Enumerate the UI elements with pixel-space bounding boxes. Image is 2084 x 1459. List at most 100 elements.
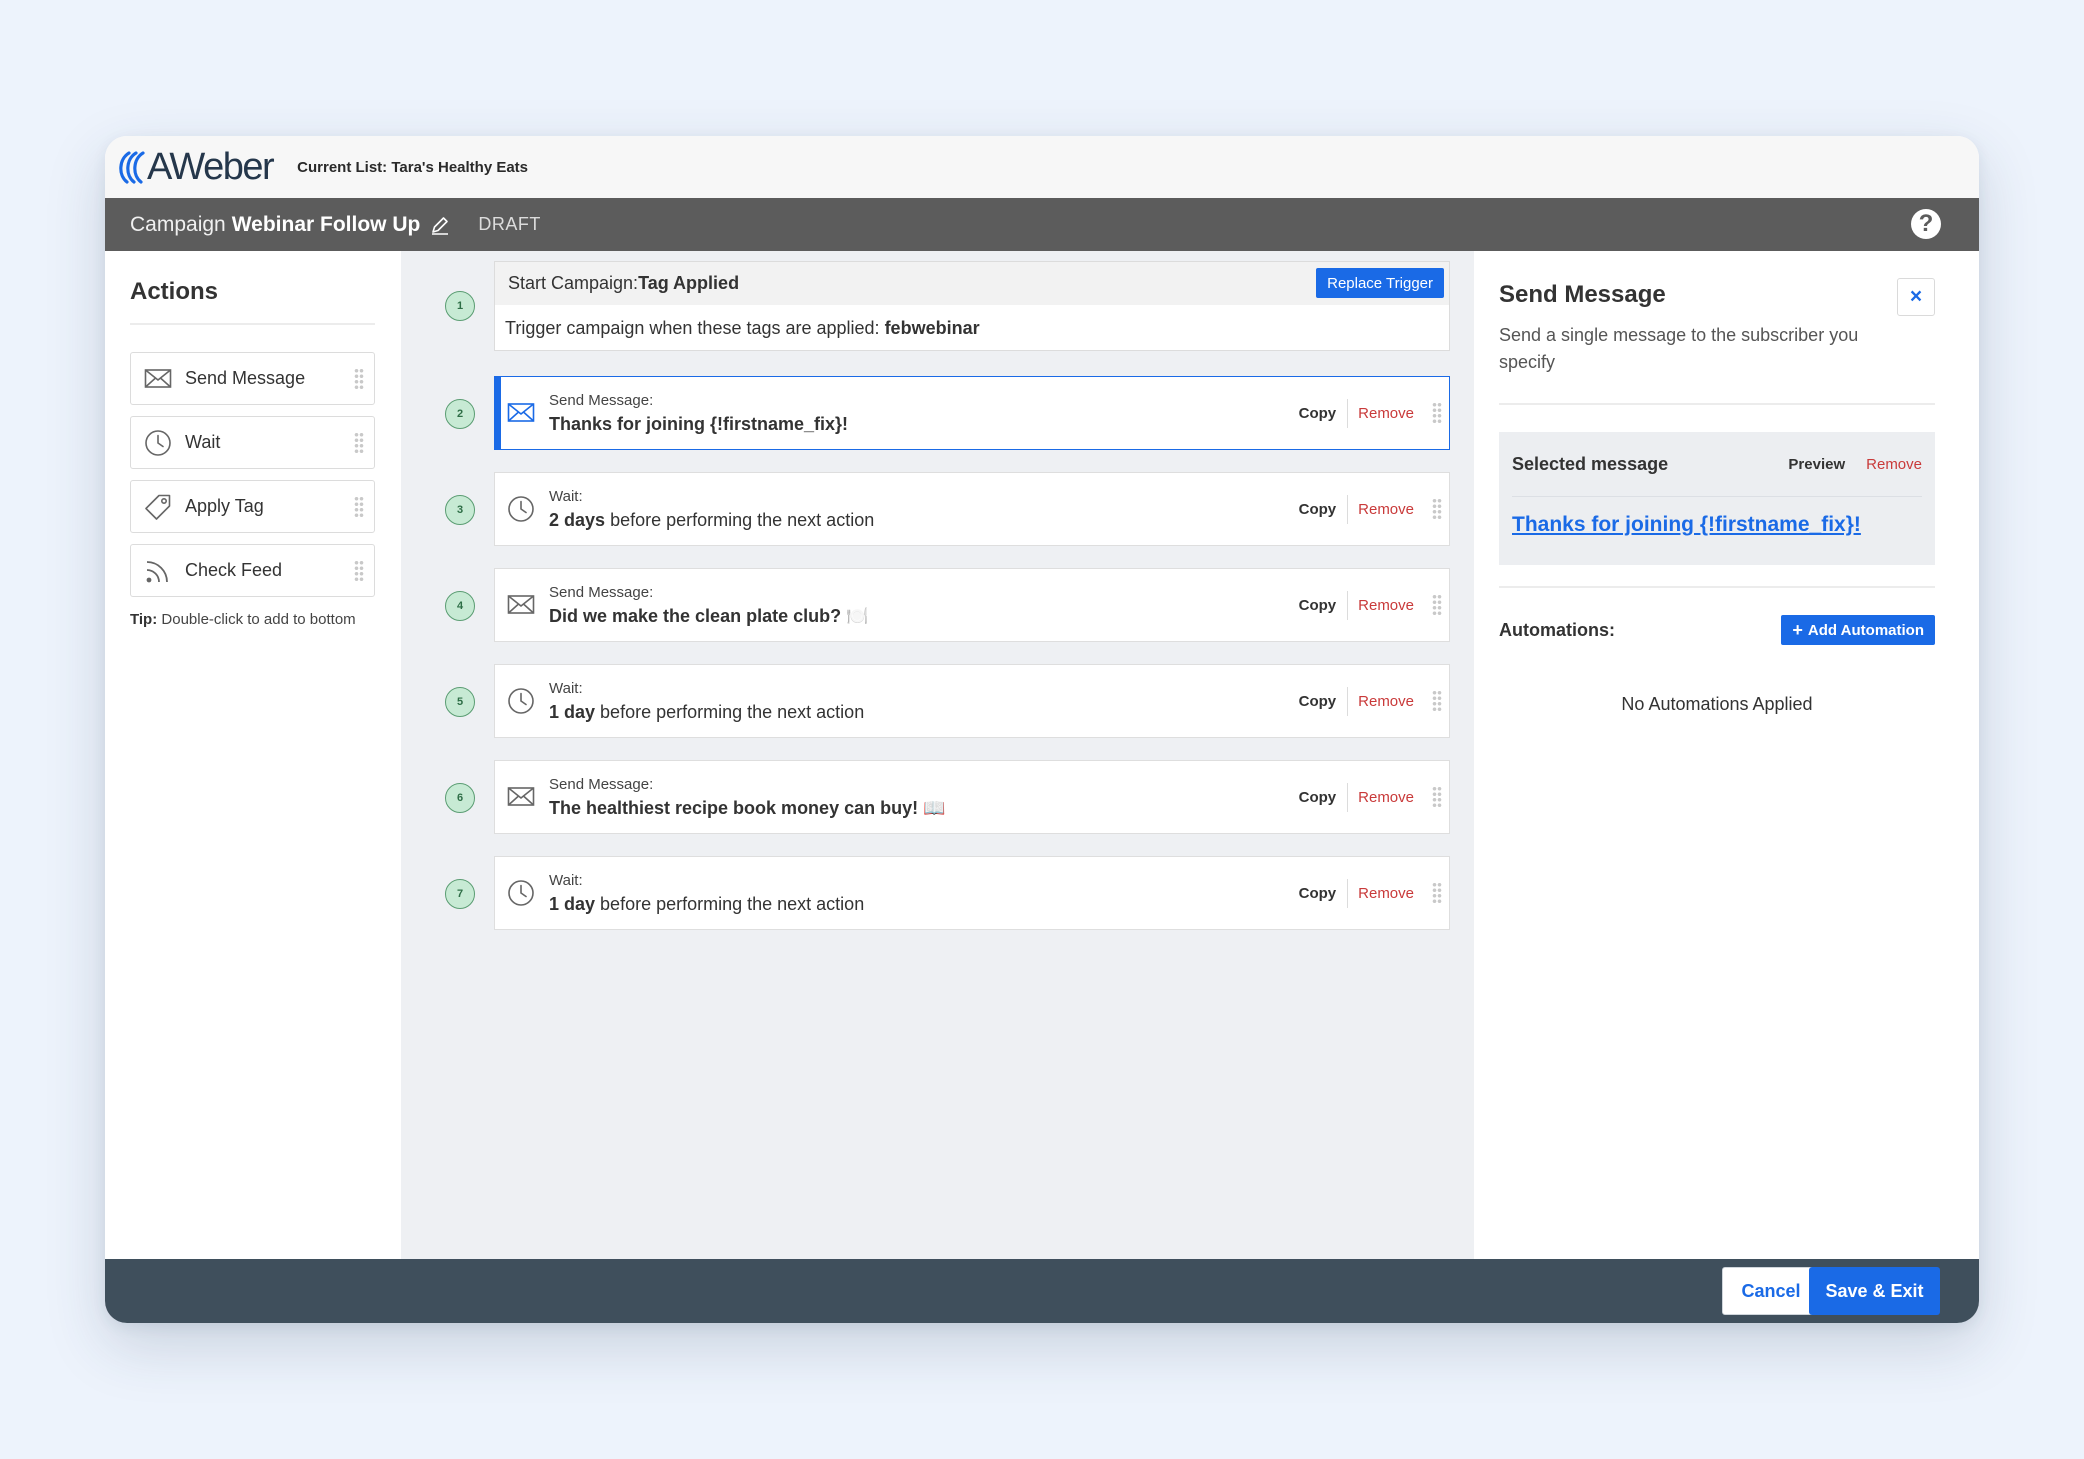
- cancel-button[interactable]: Cancel: [1722, 1267, 1820, 1315]
- wait-suffix: before performing the next action: [610, 509, 875, 530]
- pencil-icon: [432, 216, 449, 235]
- drag-handle-icon[interactable]: [1432, 882, 1442, 904]
- tip-body: Double-click to add to bottom: [161, 611, 356, 628]
- drag-handle-icon[interactable]: [1432, 594, 1442, 616]
- action-item-wait[interactable]: Wait: [130, 416, 375, 469]
- save-and-exit-button[interactable]: Save & Exit: [1809, 1267, 1940, 1315]
- copy-button[interactable]: Copy: [1299, 590, 1349, 620]
- envelope-icon: [506, 398, 536, 428]
- no-automations-text: No Automations Applied: [1621, 694, 1813, 714]
- copy-button[interactable]: Copy: [1299, 398, 1349, 428]
- automations-label: Automations:: [1499, 619, 1615, 640]
- step-text: Wait: 1 day before performing the next a…: [549, 872, 864, 915]
- step-description: The healthiest recipe book money can buy…: [549, 798, 946, 819]
- step-card-wait[interactable]: Wait: 1 day before performing the next a…: [494, 664, 1450, 738]
- campaign-prefix: Campaign: [130, 212, 226, 236]
- drag-handle-icon[interactable]: [1432, 786, 1442, 808]
- step-type: Send Message:: [549, 775, 654, 793]
- step-card-send-message[interactable]: Send Message: Did we make the clean plat…: [494, 568, 1450, 642]
- action-item-send-message[interactable]: Send Message: [130, 352, 375, 405]
- preview-button[interactable]: Preview: [1788, 456, 1845, 473]
- tip-label: Tip:: [130, 611, 158, 628]
- add-automation-button[interactable]: + Add Automation: [1781, 615, 1935, 645]
- step-number-badge: 6: [445, 783, 475, 813]
- step-actions: Copy Remove: [1299, 377, 1414, 449]
- copy-button[interactable]: Copy: [1299, 686, 1349, 716]
- wait-suffix: before performing the next action: [600, 893, 865, 914]
- step-type: Send Message:: [549, 583, 654, 601]
- drag-handle-icon[interactable]: [1432, 690, 1442, 712]
- step-description: 2 days before performing the next action: [549, 510, 874, 531]
- step-description: 1 day before performing the next action: [549, 702, 864, 723]
- trigger-tag: febwebinar: [884, 317, 980, 338]
- remove-message-button[interactable]: Remove: [1866, 456, 1922, 473]
- step-number-badge: 1: [445, 291, 475, 321]
- envelope-icon: [506, 590, 536, 620]
- aweber-logo[interactable]: AWeber: [115, 145, 275, 188]
- action-item-label: Wait: [185, 432, 221, 452]
- drag-handle-icon[interactable]: [354, 431, 364, 454]
- wait-duration: 1 day: [549, 701, 596, 722]
- step-number-badge: 3: [445, 495, 475, 525]
- step-actions: Copy Remove: [1299, 857, 1414, 929]
- step-type: Wait:: [549, 487, 583, 505]
- envelope-icon: [506, 782, 536, 812]
- app-window: AWeber Current List: Tara's Healthy Eats…: [105, 136, 1979, 1323]
- step-card-send-message[interactable]: Send Message: Thanks for joining {!first…: [494, 376, 1450, 450]
- envelope-icon: [143, 364, 173, 394]
- clock-icon: [506, 878, 536, 908]
- copy-button[interactable]: Copy: [1299, 878, 1349, 908]
- tip-text: Tip: Double-click to add to bottom: [130, 611, 375, 628]
- step-actions: Copy Remove: [1299, 569, 1414, 641]
- drag-handle-icon[interactable]: [354, 559, 364, 582]
- action-item-label: Send Message: [185, 368, 306, 388]
- sidebar-title: Actions: [130, 278, 375, 325]
- selected-message-link[interactable]: Thanks for joining {!firstname_fix}!: [1512, 513, 1922, 537]
- wait-duration: 2 days: [549, 509, 606, 530]
- step-subject: Did we make the clean plate club? 🍽️: [549, 605, 869, 626]
- remove-button[interactable]: Remove: [1348, 885, 1414, 902]
- remove-button[interactable]: Remove: [1348, 789, 1414, 806]
- actions-sidebar: Actions Send Message Wait Apply Tag Chec…: [105, 251, 401, 1259]
- copy-button[interactable]: Copy: [1299, 494, 1349, 524]
- trigger-card[interactable]: Start Campaign: Tag Applied Replace Trigg…: [494, 261, 1450, 351]
- remove-button[interactable]: Remove: [1348, 693, 1414, 710]
- drag-handle-icon[interactable]: [354, 367, 364, 390]
- step-actions: Copy Remove: [1299, 473, 1414, 545]
- remove-button[interactable]: Remove: [1348, 501, 1414, 518]
- step-subject: Thanks for joining {!firstname_fix}!: [549, 413, 849, 434]
- campaign-name[interactable]: Webinar Follow Up: [232, 213, 421, 237]
- step-type: Wait:: [549, 871, 583, 889]
- action-item-label: Apply Tag: [185, 496, 264, 516]
- step-card-wait[interactable]: Wait: 1 day before performing the next a…: [494, 856, 1450, 930]
- add-automation-label: Add Automation: [1807, 621, 1924, 639]
- step-text: Wait: 2 days before performing the next …: [549, 488, 874, 531]
- current-list-label: Current List: Tara's Healthy Eats: [297, 158, 529, 176]
- copy-button[interactable]: Copy: [1299, 782, 1349, 812]
- logo-text: AWeber: [147, 145, 275, 188]
- status-badge: DRAFT: [478, 214, 541, 234]
- remove-button[interactable]: Remove: [1348, 405, 1414, 422]
- edit-name-button[interactable]: [430, 215, 450, 235]
- drag-handle-icon[interactable]: [1432, 498, 1442, 520]
- selected-message-header: Selected message Preview Remove: [1512, 432, 1922, 497]
- action-item-check-feed[interactable]: Check Feed: [130, 544, 375, 597]
- step-card-send-message[interactable]: Send Message: The healthiest recipe book…: [494, 760, 1450, 834]
- selected-message-title: Selected message: [1512, 453, 1669, 474]
- close-icon[interactable]: ×: [1897, 278, 1935, 316]
- plus-icon: +: [1792, 619, 1803, 640]
- replace-trigger-button[interactable]: Replace Trigger: [1316, 268, 1444, 298]
- rss-icon: [143, 556, 173, 586]
- automations-row: Automations: + Add Automation: [1499, 615, 1935, 645]
- drag-handle-icon[interactable]: [1432, 402, 1442, 424]
- step-card-wait[interactable]: Wait: 2 days before performing the next …: [494, 472, 1450, 546]
- step-text: Send Message: The healthiest recipe book…: [549, 776, 946, 819]
- drag-handle-icon[interactable]: [354, 495, 364, 518]
- remove-button[interactable]: Remove: [1348, 597, 1414, 614]
- help-button[interactable]: ?: [1911, 209, 1941, 239]
- action-item-apply-tag[interactable]: Apply Tag: [130, 480, 375, 533]
- clock-icon: [506, 686, 536, 716]
- campaign-canvas: 1 Start Campaign: Tag Applied Replace Tri…: [401, 251, 1474, 1259]
- trigger-description: Trigger campaign when these tags are app…: [495, 305, 1449, 351]
- aweber-wave-icon: [119, 151, 145, 184]
